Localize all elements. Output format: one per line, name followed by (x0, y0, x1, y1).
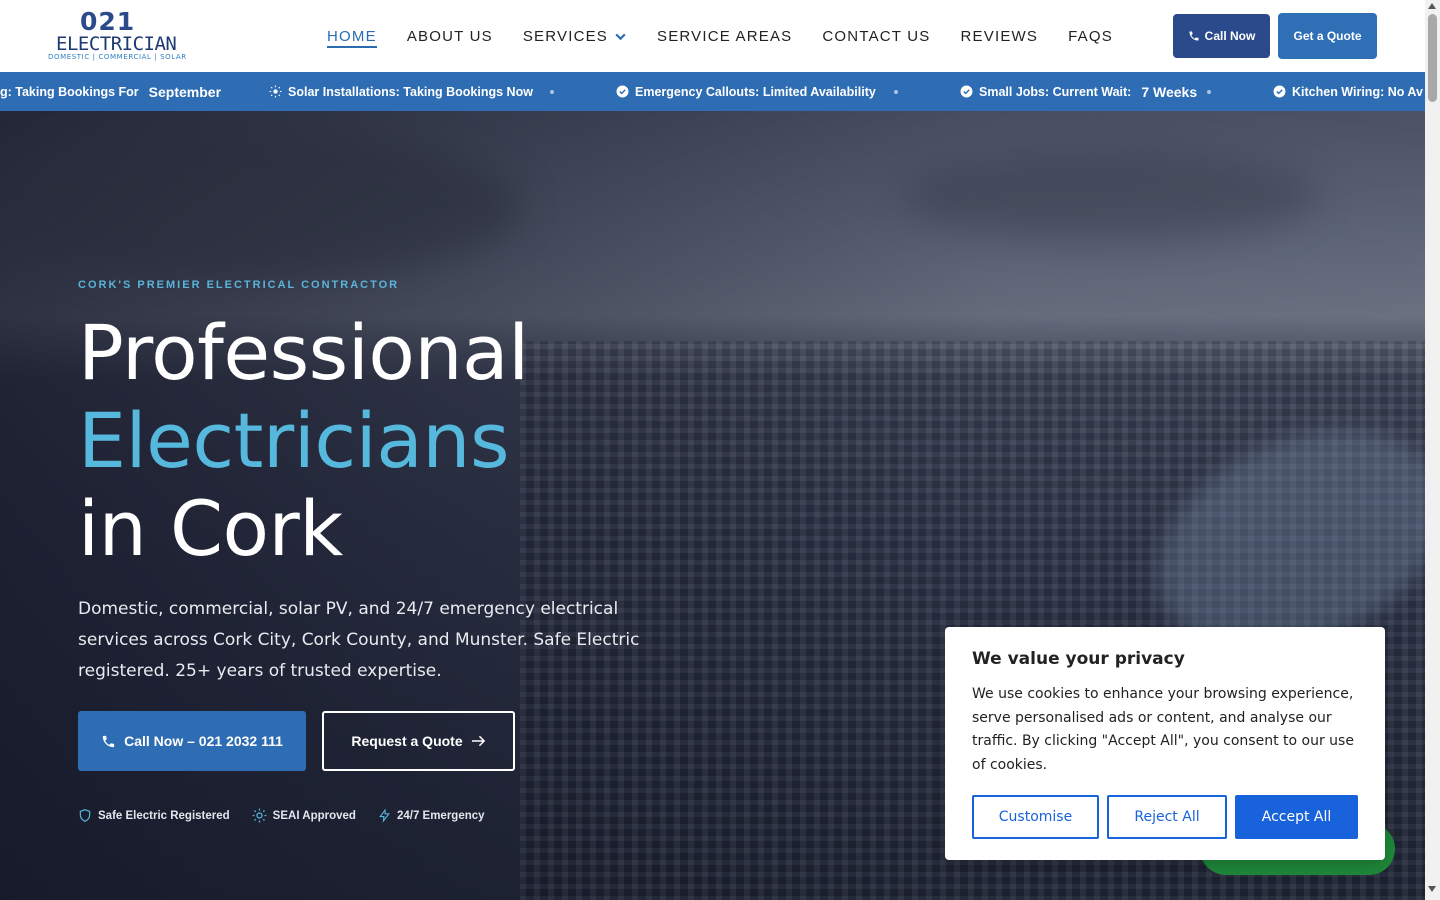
badge-label: 24/7 Emergency (396, 809, 485, 822)
ticker-item: Emergency Callouts: Limited Availability (616, 72, 876, 111)
phone-icon (102, 735, 115, 747)
hero-bg-cloud (0, 131, 520, 281)
nav-item-home[interactable]: HOME (327, 0, 377, 72)
check-circle-icon (616, 85, 629, 98)
ticker-text: g: Taking Bookings For (0, 84, 139, 99)
ticker-separator (550, 90, 554, 94)
hero-lead: Domestic, commercial, solar PV, and 24/7… (78, 599, 640, 681)
ticker-separator (894, 90, 898, 94)
scroll-up-arrow-icon[interactable] (1428, 3, 1436, 9)
availability-ticker: g: Taking Bookings For September Solar In… (0, 72, 1425, 111)
header-call-button[interactable]: Call Now (1173, 14, 1270, 58)
check-circle-icon (960, 85, 973, 98)
arrow-right-icon (471, 735, 485, 747)
scroll-thumb[interactable] (1428, 14, 1437, 102)
hero-title-line3: in Cork (78, 484, 343, 573)
ticker-text: Solar Installations: Taking Bookings Now (288, 84, 533, 99)
nav-item-label: FAQS (1068, 27, 1113, 45)
nav-item-label: REVIEWS (960, 27, 1039, 45)
badge-emergency: 24/7 Emergency (378, 808, 485, 823)
logo-tagline: DOMESTIC | COMMERCIAL | SOLAR (48, 53, 187, 61)
ticker-item: Kitchen Wiring: No Av (1273, 72, 1423, 111)
nav-item-contact-us[interactable]: CONTACT US (822, 0, 930, 72)
chevron-down-icon (615, 33, 626, 40)
scroll-down-arrow-icon[interactable] (1428, 886, 1436, 892)
header-quote-label: Get a Quote (1293, 29, 1362, 43)
hero-call-label: Call Now – 021 2032 111 (124, 733, 283, 749)
main-nav: HOME ABOUT US SERVICES SERVICE AREAS CON… (327, 0, 1143, 72)
header-call-label: Call Now (1204, 29, 1256, 43)
header-quote-button[interactable]: Get a Quote (1278, 13, 1377, 59)
sun-icon (269, 85, 282, 98)
hero-title-line2: Electricians (78, 396, 510, 485)
nav-item-label: SERVICES (522, 27, 609, 45)
hero-eyebrow: CORK'S PREMIER ELECTRICAL CONTRACTOR (78, 279, 400, 291)
badge-safe-electric: Safe Electric Registered (78, 808, 230, 823)
phone-icon (1189, 31, 1199, 41)
badge-label: SEAI Approved (272, 809, 356, 822)
cookie-accept-button[interactable]: Accept All (1235, 795, 1358, 839)
trust-badges: Safe Electric Registered SEAI Approved 2… (78, 808, 507, 823)
shield-icon (79, 809, 91, 822)
nav-item-service-areas[interactable]: SERVICE AREAS (657, 0, 792, 72)
ticker-text: Emergency Callouts: Limited Availability (635, 84, 876, 99)
nav-item-about-us[interactable]: ABOUT US (407, 0, 493, 72)
cookie-customise-button[interactable]: Customise (972, 795, 1099, 839)
ticker-item: g: Taking Bookings For September (0, 72, 221, 111)
hero-bg-cloud (900, 151, 1320, 241)
cookie-consent-dialog: We value your privacy We use cookies to … (945, 627, 1385, 860)
ticker-text: Kitchen Wiring: No Av (1292, 84, 1423, 99)
ticker-separator (1207, 90, 1211, 94)
hero-quote-button[interactable]: Request a Quote (322, 711, 515, 771)
cookie-reject-button[interactable]: Reject All (1107, 795, 1227, 839)
nav-item-services[interactable]: SERVICES (523, 0, 627, 72)
ticker-item: Solar Installations: Taking Bookings Now (269, 72, 533, 111)
hero-title-line1: Professional (78, 308, 529, 397)
ticker-strong: 7 Weeks (1141, 83, 1198, 100)
ticker-item: Small Jobs: Current Wait: 7 Weeks (960, 72, 1197, 111)
badge-label: Safe Electric Registered (98, 809, 230, 822)
logo-number: 021 (80, 7, 136, 36)
logo-word: ELECTRICIAN (56, 33, 177, 55)
cookie-title: We value your privacy (972, 649, 1185, 669)
badge-seai: SEAI Approved (252, 808, 356, 823)
ticker-text: Small Jobs: Current Wait: (979, 84, 1132, 99)
bolt-icon (379, 808, 390, 823)
sun-icon (252, 808, 267, 823)
site-header: 021 ELECTRICIAN DOMESTIC | COMMERCIAL | … (0, 0, 1425, 72)
hero-quote-label: Request a Quote (351, 733, 463, 749)
nav-item-label: SERVICE AREAS (657, 27, 793, 45)
nav-item-faqs[interactable]: FAQS (1068, 0, 1113, 72)
site-logo[interactable]: 021 ELECTRICIAN DOMESTIC | COMMERCIAL | … (46, 7, 186, 63)
check-circle-icon (1273, 85, 1286, 98)
ticker-strong: September (148, 83, 222, 100)
hero-call-button[interactable]: Call Now – 021 2032 111 (78, 711, 306, 771)
page-scrollbar[interactable] (1425, 0, 1440, 900)
cookie-text: We use cookies to enhance your browsing … (972, 686, 1354, 773)
nav-item-label: ABOUT US (406, 27, 493, 45)
nav-item-label: HOME (327, 27, 377, 45)
nav-item-reviews[interactable]: REVIEWS (961, 0, 1039, 72)
nav-item-label: CONTACT US (822, 27, 931, 45)
